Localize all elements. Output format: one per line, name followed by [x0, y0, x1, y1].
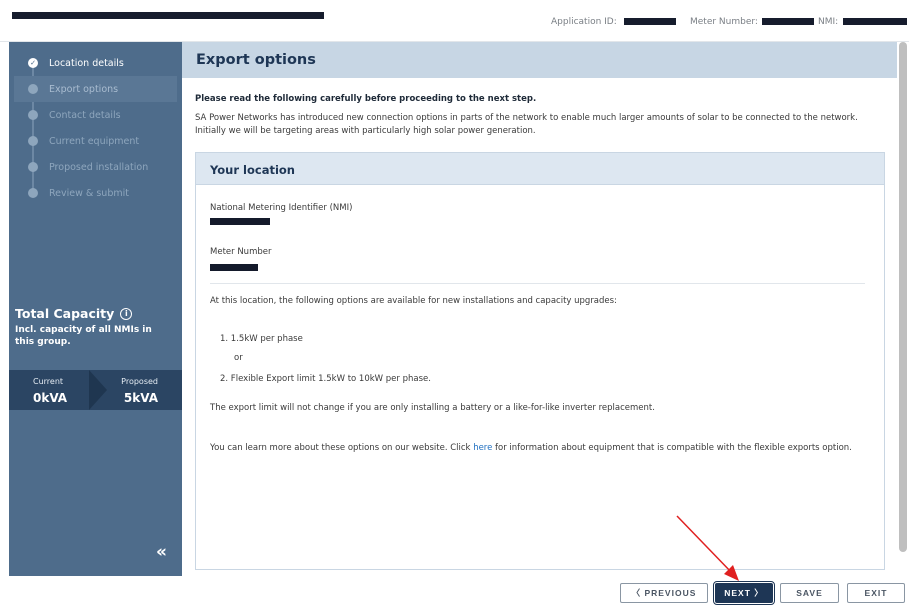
double-chevron-left-icon[interactable]: « [156, 542, 167, 562]
proposed-label: Proposed [121, 377, 158, 386]
check-icon: ✓ [28, 58, 38, 68]
step-label: Contact details [49, 109, 121, 121]
redacted-meter-value [210, 264, 258, 271]
step-location-details[interactable]: ✓ Location details [9, 50, 182, 76]
option-1: 1. 1.5kW per phase [220, 334, 303, 344]
step-dot-icon [28, 162, 38, 172]
info-icon[interactable]: i [120, 307, 133, 320]
card-header: Your location [196, 153, 884, 185]
intro-heading: Please read the following carefully befo… [195, 94, 537, 104]
meter-number-label: Meter Number: [690, 17, 758, 27]
proposed-value: 5kVA [123, 391, 158, 405]
page-header: Export options [182, 42, 897, 78]
next-button[interactable]: NEXT 〉 [713, 581, 775, 605]
step-current-equipment[interactable]: Current equipment [9, 128, 182, 154]
sidebar: ✓ Location details Export options Contac… [9, 42, 182, 576]
divider [210, 283, 865, 284]
step-label: Current equipment [49, 135, 140, 147]
current-label: Current [33, 377, 64, 386]
step-label: Review & submit [49, 187, 129, 199]
card-title: Your location [210, 163, 295, 177]
save-button[interactable]: SAVE [780, 583, 839, 603]
top-header: Application ID: Meter Number: NMI: [0, 0, 909, 42]
application-id-label: Application ID: [551, 17, 617, 27]
step-dot-icon [28, 188, 38, 198]
step-dot-icon [28, 136, 38, 146]
meter-field-label: Meter Number [210, 247, 272, 257]
step-label: Export options [49, 83, 119, 95]
step-proposed-installation[interactable]: Proposed installation [9, 154, 182, 180]
nmi-field-label: National Metering Identifier (NMI) [210, 203, 353, 213]
redacted-address [12, 12, 324, 19]
main-content: Export options Please read the following… [182, 42, 897, 576]
previous-button[interactable]: 〈 PREVIOUS [620, 583, 708, 603]
capacity-title: Total Capacity [15, 306, 115, 321]
redacted-meter-number [762, 18, 814, 25]
redacted-application-id [624, 18, 676, 25]
capacity-values: Current Proposed 0kVA 5kVA [9, 370, 182, 410]
scrollbar[interactable] [899, 42, 907, 552]
learn-more-before: You can learn more about these options o… [210, 443, 474, 453]
export-limit-note: The export limit will not change if you … [210, 403, 655, 413]
step-dot-icon [28, 110, 38, 120]
learn-more-text: You can learn more about these options o… [210, 442, 878, 455]
nmi-label: NMI: [818, 17, 839, 27]
capacity-subtitle: Incl. capacity of all NMIs in this group… [15, 325, 152, 347]
here-link[interactable]: here [473, 443, 492, 453]
intro-text: SA Power Networks has introduced new con… [195, 113, 858, 136]
redacted-nmi-value [210, 218, 270, 225]
step-list: ✓ Location details Export options Contac… [9, 50, 182, 206]
step-dot-icon [28, 84, 38, 94]
option-2: 2. Flexible Export limit 1.5kW to 10kW p… [220, 374, 431, 384]
your-location-card: Your location National Metering Identifi… [195, 152, 885, 570]
learn-more-after: for information about equipment that is … [492, 443, 852, 453]
options-intro: At this location, the following options … [210, 296, 617, 306]
step-review-submit[interactable]: Review & submit [9, 180, 182, 206]
total-capacity-panel: Total Capacity i Incl. capacity of all N… [9, 306, 182, 410]
footer-actions: 〈 PREVIOUS NEXT 〉 SAVE EXIT [0, 576, 909, 608]
or-text: or [234, 353, 243, 363]
step-label: Proposed installation [49, 161, 149, 173]
step-label: Location details [49, 57, 124, 69]
exit-button[interactable]: EXIT [847, 583, 905, 603]
current-value: 0kVA [33, 391, 68, 405]
chevron-right-icon [89, 370, 107, 410]
page-title: Export options [196, 52, 316, 68]
redacted-nmi [843, 18, 907, 25]
step-contact-details[interactable]: Contact details [9, 102, 182, 128]
capacity-title-row: Total Capacity i [9, 306, 182, 321]
step-export-options[interactable]: Export options [14, 76, 177, 102]
